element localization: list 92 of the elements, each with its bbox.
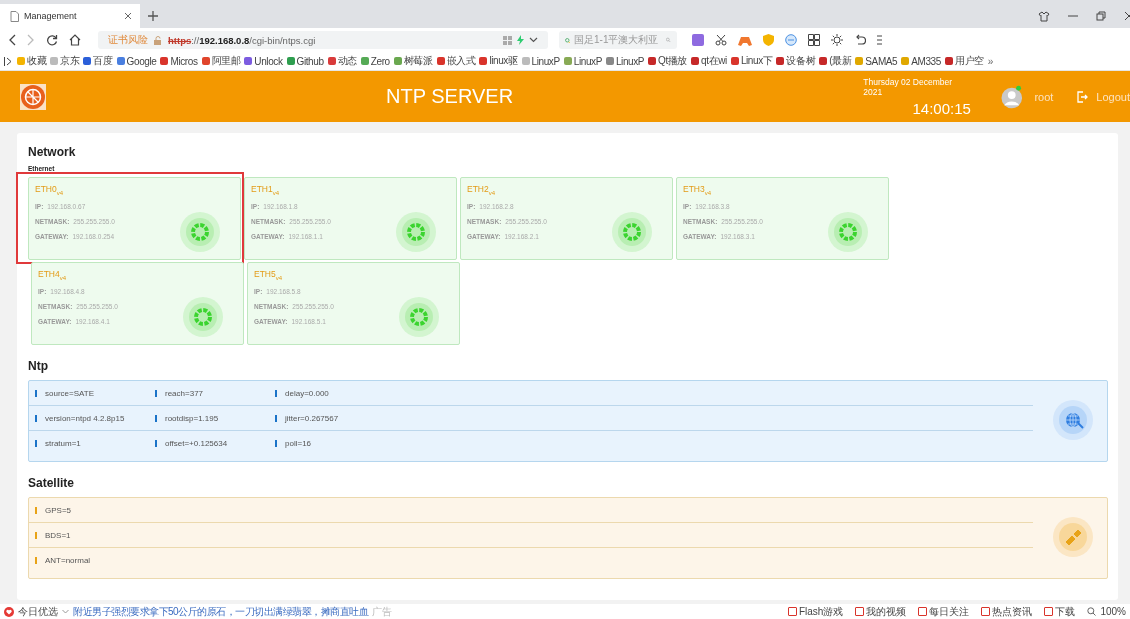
bookmark-link[interactable]: LinuxP [521,55,560,67]
section-title: Network [28,145,77,159]
bookmark-link[interactable]: Qt播放 [648,54,688,68]
ntp-parameter: poll=16 [285,438,312,448]
ring-status-icon [180,212,220,252]
status-bar-link[interactable]: 每日关注 [918,604,970,619]
ntp-parameter: source=SATE [45,388,94,398]
zoom-icon [1087,607,1097,616]
bookmark-link[interactable]: Zero [360,55,390,67]
home-icon[interactable] [69,34,81,46]
ring-status-icon [183,297,223,337]
ad-label: 广告 [372,604,393,619]
minus-circle-icon[interactable] [785,34,797,46]
more-bookmarks-button[interactable]: » [987,55,994,67]
scissors-icon[interactable] [715,34,727,46]
interface-name: ETH2$_{v4}$ [467,184,497,196]
sun-icon[interactable] [831,34,843,46]
page-icon [10,10,19,22]
interface-name: ETH3$_{v4}$ [683,184,713,196]
ntp-parameter: delay=0.000 [285,388,329,398]
username-text: root [1034,90,1054,103]
restore-icon[interactable] [1096,11,1106,21]
bookmark-link[interactable]: 百度 [83,54,113,68]
status-link[interactable]: 今日优选 [18,604,58,619]
shirt-icon[interactable] [1038,10,1050,22]
ring-status-icon [828,212,868,252]
bookmark-link[interactable]: qt在wi [691,54,727,68]
time-text: 14:00:15 [912,99,971,117]
back-icon[interactable] [8,34,16,46]
ntp-parameter: rootdisp=1.195 [165,413,219,423]
status-bar-link[interactable]: 热点资讯 [981,604,1033,619]
bookmark-link[interactable]: 树莓派 [393,54,433,68]
news-link[interactable]: 附近男子强烈要求拿下50公斤的原石，一刀切出满绿翡翠，摊商直吐血 [73,604,369,619]
zoom-level[interactable]: 100% [1100,606,1126,617]
bookmark-link[interactable]: SAMA5 [855,55,898,67]
date-text: Thursday 02 December 2021 [863,76,954,97]
undo-icon[interactable] [854,34,866,46]
satellite-parameter: ANT=normal [45,555,91,565]
bookmark-link[interactable]: AM335 [901,55,941,67]
browser-tab[interactable]: Management [0,4,140,28]
user-avatar-icon [1000,84,1023,109]
bookmark-link[interactable]: 嵌入式 [436,54,476,68]
satellite-parameter: GPS=5 [45,505,71,515]
bookmark-link[interactable]: linux驱 [479,54,518,68]
globe-logo-icon [20,83,46,110]
new-tab-icon[interactable] [148,11,158,21]
ntp-parameter: jitter=0.267567 [285,413,339,423]
chevron-down-icon[interactable] [529,37,538,43]
status-bar-link[interactable]: 下载 [1044,604,1076,619]
bookmark-link[interactable]: 阿里邮 [201,54,241,68]
ring-status-icon [612,212,652,252]
gamepad-icon[interactable] [738,34,752,46]
logout-icon [1077,90,1089,103]
bookmark-link[interactable]: 用户空 [944,54,984,68]
bookmark-link[interactable]: Unlock [244,55,283,67]
globe-icon [1053,400,1093,440]
interface-name: ETH1$_{v4}$ [251,184,281,196]
ring-status-icon [399,297,439,337]
menu-icon[interactable] [877,35,882,45]
interface-name: ETH5$_{v4}$ [254,269,284,281]
sidebar-toggle-icon[interactable] [4,56,13,66]
bookmark-link[interactable]: (最新 [819,54,852,68]
interface-name: ETH4$_{v4}$ [38,269,68,281]
section-title: Ntp [28,359,49,373]
status-bar-link[interactable]: 我的视频 [855,604,907,619]
chevron-down-icon [62,608,69,615]
grid-icon[interactable] [808,34,820,46]
ntp-parameter: version=ntpd 4.2.8p15 [45,413,125,423]
bookmark-link[interactable]: 收藏 [17,54,47,68]
bookmark-link[interactable]: 京东 [50,54,80,68]
section-title: Satellite [28,476,76,490]
status-bar-link[interactable]: Flash游戏 [787,604,844,619]
satellite-parameter: BDS=1 [45,530,71,540]
tab-title: Management [24,11,78,21]
broken-lock-icon [153,35,163,45]
bookmark-link[interactable]: Github [286,55,324,67]
bookmark-link[interactable]: LinuxP [605,55,645,67]
bookmark-link[interactable]: Google [116,55,157,67]
bookmark-link[interactable]: LinuxP [563,55,602,67]
extension-icon[interactable] [692,34,704,46]
bookmark-link[interactable]: 动态 [327,54,357,68]
ring-status-icon [396,212,436,252]
address-field[interactable]: 证书风险 https://192.168.0.8/cgi-bin/ntps.cgi [98,31,548,49]
bookmark-link[interactable]: 设备树 [776,54,816,68]
page-title: NTP SERVER [386,85,515,108]
reload-icon[interactable] [46,34,58,46]
bookmark-link[interactable]: Micros [160,55,198,67]
ntp-parameter: reach=377 [165,388,204,398]
ntp-parameter: stratum=1 [45,438,81,448]
bookmark-link[interactable]: Linux下 [730,54,773,68]
ntp-parameter: offset=+0.125634 [165,438,228,448]
interface-name: ETH0$_{v4}$ [35,184,65,196]
